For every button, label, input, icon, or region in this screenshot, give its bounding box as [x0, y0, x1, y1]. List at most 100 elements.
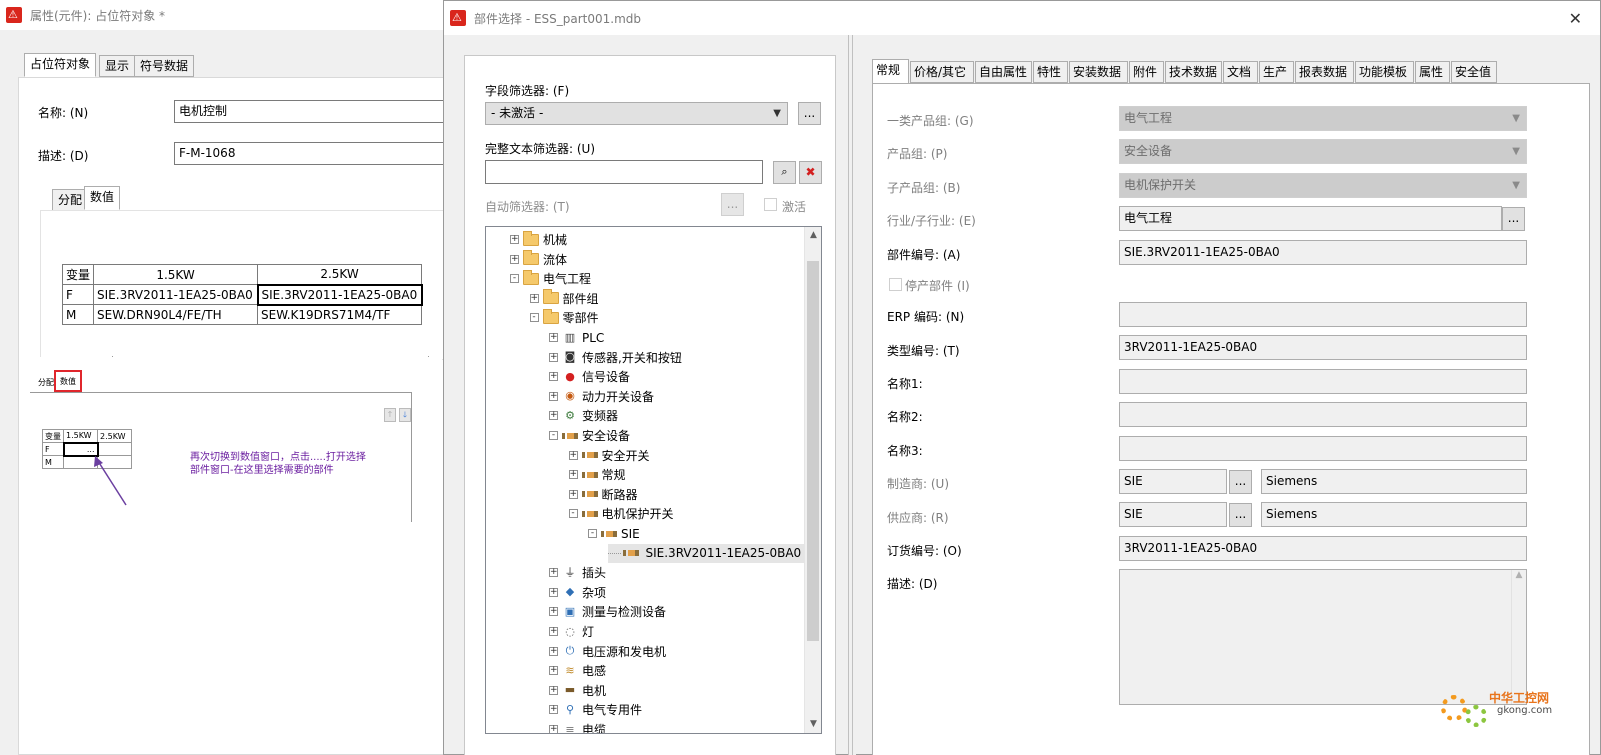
tab-symbol-data[interactable]: 符号数据 — [134, 55, 195, 77]
industry-field[interactable]: 电气工程 — [1119, 206, 1502, 231]
tree-node[interactable]: + ● 信号设备 — [549, 367, 630, 386]
discontinued-checkbox[interactable] — [889, 278, 902, 291]
type-number-field[interactable]: 3RV2011-1EA25-0BA0 — [1119, 335, 1527, 360]
tab-placeholder-object[interactable]: 占位符对象 — [24, 53, 97, 77]
scroll-down-icon[interactable]: ▼ — [805, 716, 821, 733]
expand-icon[interactable]: + — [549, 587, 558, 597]
tree-node[interactable]: + ≡ 电缆 — [549, 720, 606, 733]
expand-icon[interactable]: + — [549, 333, 558, 342]
collapse-icon[interactable]: - — [549, 431, 558, 440]
tab-detail-5[interactable]: 附件 — [1129, 61, 1164, 83]
description-field[interactable]: F-M-1068 — [174, 142, 449, 165]
scroll-up-icon[interactable]: ▲ — [1512, 570, 1526, 580]
expand-icon[interactable]: + — [549, 705, 558, 715]
supplier-name-field[interactable]: Siemens — [1261, 502, 1527, 527]
tree-node[interactable]: + 流体 — [510, 250, 567, 269]
scroll-up-icon[interactable]: ▲ — [805, 227, 821, 244]
tree-node[interactable]: + ⏻ 电压源和发电机 — [549, 642, 666, 661]
tree-node[interactable]: - 零部件 — [529, 308, 599, 327]
description-scrollbar[interactable]: ▲ — [1511, 570, 1526, 704]
tab-assign[interactable]: 分配 — [52, 189, 89, 211]
tab-detail-11[interactable]: 属性 — [1415, 61, 1450, 83]
expand-icon[interactable]: + — [549, 666, 558, 676]
manufacturer-ellipsis-button[interactable]: ... — [1229, 470, 1252, 494]
tab-detail-12[interactable]: 安全值 — [1451, 61, 1497, 83]
expand-icon[interactable]: + — [568, 489, 578, 499]
expand-icon[interactable]: + — [549, 372, 558, 382]
collapse-icon[interactable]: - — [588, 529, 597, 538]
tree-node[interactable]: - 电气工程 — [510, 269, 591, 288]
product-group1-select[interactable]: 电气工程 ▼ — [1119, 106, 1527, 131]
tab-detail-4[interactable]: 安装数据 — [1069, 61, 1128, 83]
tree-node[interactable]: + 断路器 — [568, 485, 638, 504]
expand-icon[interactable]: + — [568, 470, 578, 480]
tab-detail-1[interactable]: 价格/其它 — [910, 61, 974, 83]
expand-icon[interactable]: + — [510, 254, 519, 264]
manufacturer-name-field[interactable]: Siemens — [1261, 469, 1527, 494]
expand-icon[interactable]: + — [549, 391, 558, 401]
tree-node[interactable]: + ▣ 测量与检测设备 — [549, 602, 666, 621]
tab-detail-10[interactable]: 功能模板 — [1355, 61, 1414, 83]
tree-node[interactable]: + ◙ 传感器,开关和按钮 — [549, 348, 682, 367]
tree-node[interactable]: - 安全设备 — [549, 426, 630, 445]
tab-values[interactable]: 数值 — [84, 186, 121, 210]
tree-node[interactable]: + 常规 — [568, 465, 626, 484]
tab-detail-9[interactable]: 报表数据 — [1295, 61, 1354, 83]
tree-node[interactable]: + ≋ 电感 — [549, 661, 606, 680]
tab-detail-8[interactable]: 生产 — [1259, 61, 1294, 83]
tree-node[interactable]: SIE.3RV2011-1EA25-0BA0 — [607, 543, 805, 563]
tree-node[interactable]: + ⚲ 电气专用件 — [549, 700, 642, 719]
expand-icon[interactable]: + — [549, 352, 558, 362]
expand-icon[interactable]: + — [549, 411, 558, 421]
tab-detail-2[interactable]: 自由属性 — [975, 61, 1032, 83]
cell-value[interactable]: SEW.DRN90L4/FE/TH — [93, 304, 259, 325]
auto-filter-ellipsis-button[interactable]: ... — [721, 193, 744, 216]
field-filter-select[interactable]: - 未激活 - ▼ — [485, 102, 788, 125]
name3-field[interactable] — [1119, 436, 1527, 461]
tab-detail-0[interactable]: 常规 — [872, 59, 909, 84]
tab-detail-7[interactable]: 文档 — [1223, 61, 1258, 83]
collapse-icon[interactable]: - — [510, 274, 519, 284]
tab-detail-3[interactable]: 特性 — [1033, 61, 1068, 83]
tree-node[interactable]: + ◉ 动力开关设备 — [549, 387, 654, 406]
scroll-thumb[interactable] — [807, 261, 819, 641]
cell-value[interactable]: SIE.3RV2011-1EA25-0BA0 — [93, 284, 259, 305]
tree-node[interactable]: + ◌ 灯 — [549, 622, 594, 641]
erp-code-field[interactable] — [1119, 302, 1527, 327]
sub-product-group-select[interactable]: 电机保护开关 ▼ — [1119, 173, 1527, 198]
supplier-code-field[interactable]: SIE — [1119, 502, 1227, 527]
parts-tree[interactable]: + 机械 + 流体 - 电气工程 + 部件组 - 零部件 + ▥ PLC + ◙ 传感器,开关和按钮 + ● 信号设… — [485, 226, 822, 734]
tree-node[interactable]: + 安全开关 — [568, 446, 650, 465]
activate-checkbox[interactable] — [764, 198, 777, 211]
product-group-select[interactable]: 安全设备 ▼ — [1119, 139, 1527, 164]
collapse-icon[interactable]: - — [568, 509, 578, 519]
part-number-field[interactable]: SIE.3RV2011-1EA25-0BA0 — [1119, 240, 1527, 265]
industry-ellipsis-button[interactable]: ... — [1502, 207, 1525, 231]
tree-node[interactable]: + ⏚ 插头 — [549, 563, 606, 582]
manufacturer-code-field[interactable]: SIE — [1119, 469, 1227, 494]
supplier-ellipsis-button[interactable]: ... — [1229, 503, 1252, 527]
expand-icon[interactable]: + — [549, 725, 558, 733]
cell-value-selected[interactable]: SIE.3RV2011-1EA25-0BA0 — [256, 283, 423, 306]
tab-detail-6[interactable]: 技术数据 — [1165, 61, 1222, 83]
tree-node[interactable]: + 部件组 — [529, 289, 599, 308]
tree-node[interactable]: + ◆ 杂项 — [549, 583, 606, 602]
tree-node[interactable]: + ▬ 电机 — [549, 681, 606, 700]
clear-filter-button[interactable]: ✖ — [799, 161, 822, 184]
expand-icon[interactable]: + — [549, 627, 558, 636]
tab-display[interactable]: 显示 — [99, 55, 136, 77]
order-number-field[interactable]: 3RV2011-1EA25-0BA0 — [1119, 536, 1527, 561]
cell-value[interactable]: SEW.K19DRS71M4/TF — [257, 304, 423, 325]
expand-icon[interactable]: + — [510, 235, 519, 244]
name1-field[interactable] — [1119, 369, 1527, 394]
tree-node[interactable]: - 电机保护开关 — [568, 504, 674, 523]
tree-scrollbar[interactable]: ▲ ▼ — [804, 227, 821, 733]
expand-icon[interactable]: + — [549, 607, 558, 617]
tree-node[interactable]: + 机械 — [510, 230, 567, 249]
name-field[interactable]: 电机控制 — [174, 100, 449, 123]
binoculars-search-button[interactable]: ⌕ — [773, 161, 796, 184]
expand-icon[interactable]: + — [568, 450, 578, 460]
tree-node[interactable]: + ⚙ 变频器 — [549, 406, 618, 425]
part-description-field[interactable] — [1119, 569, 1527, 705]
close-icon[interactable]: ✕ — [1569, 9, 1582, 28]
